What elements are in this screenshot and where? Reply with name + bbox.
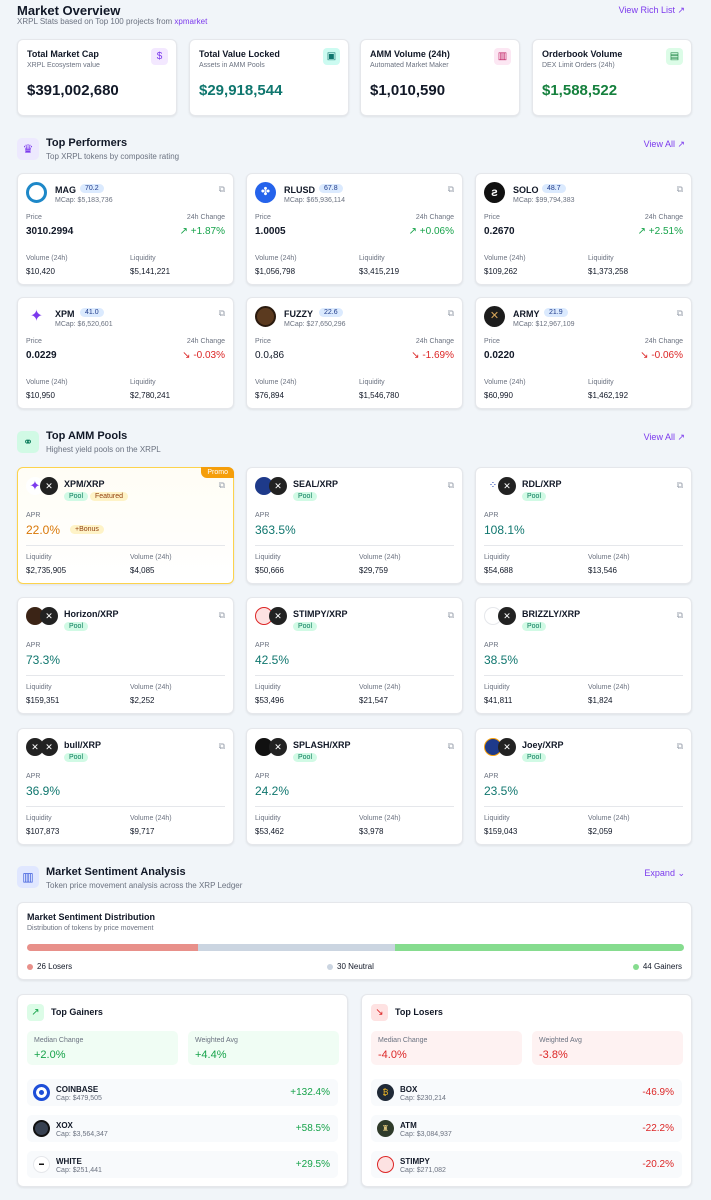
gainer-row[interactable]: XOX Cap: $3,564,347 +58.5% [27, 1115, 338, 1142]
stimpy-logo [377, 1156, 394, 1173]
external-link-icon[interactable]: ⧉ [219, 480, 225, 491]
stat-card-market-cap: Total Market Cap XRPL Ecosystem value $3… [17, 39, 177, 116]
token-card-mag[interactable]: MAG 70.2 MCap: $5,183,736 ⧉ Price 24h Ch… [17, 173, 234, 285]
stat-card-amm-volume: AMM Volume (24h) Automated Market Maker … [360, 39, 520, 116]
token-card-army[interactable]: ✕ ARMY 21.9 MCap: $12,967,109 ⧉ Price 24… [475, 297, 692, 409]
chart-icon: ▤ [666, 48, 683, 65]
bar-chart-icon: ▥ [494, 48, 511, 65]
army-logo: ✕ [484, 306, 505, 327]
page-subtitle: XRPL Stats based on Top 100 projects fro… [17, 17, 208, 26]
pool-card-xpm-xrp[interactable]: Promo ✦ ✕ XPM/XRP Pool Featured ⧉ APR 22… [17, 467, 234, 584]
external-link-icon[interactable]: ⧉ [219, 184, 225, 195]
gainers-median: Median Change +2.0% [27, 1031, 178, 1065]
promo-badge: Promo [201, 467, 234, 478]
external-link-icon[interactable]: ⧉ [219, 741, 225, 752]
rlusd-logo: ✤ [255, 182, 276, 203]
stat-card-orderbook: Orderbook Volume DEX Limit Orders (24h) … [532, 39, 692, 116]
external-link-icon[interactable]: ⧉ [677, 610, 683, 621]
pool-card-rdl-xrp[interactable]: ⁘ ✕ RDL/XRP Pool ⧉ APR 108.1% Liquidity … [475, 467, 692, 584]
xrp-logo: ✕ [40, 738, 58, 756]
external-link-icon[interactable]: ⧉ [677, 308, 683, 319]
link-icon: ⚭ [17, 431, 39, 453]
external-link-icon[interactable]: ⧉ [448, 184, 454, 195]
xpm-logo: ✦ [26, 306, 47, 327]
external-link-icon[interactable]: ⧉ [448, 308, 454, 319]
trend-down-icon: ↘ [371, 1004, 388, 1021]
pool-card-bull-xrp[interactable]: ✕ ✕ bull/XRP Pool ⧉ APR 36.9% Liquidity … [17, 728, 234, 845]
losers-weighted: Weighted Avg -3.8% [532, 1031, 683, 1065]
dollar-icon: $ [151, 48, 168, 65]
token-card-solo[interactable]: ƨ SOLO 48.7 MCap: $99,794,383 ⧉ Price 24… [475, 173, 692, 285]
losers-median: Median Change -4.0% [371, 1031, 522, 1065]
pool-card-splash-xrp[interactable]: ✕ SPLASH/XRP Pool ⧉ APR 24.2% Liquidity … [246, 728, 463, 845]
losers-segment [27, 944, 198, 951]
external-link-icon[interactable]: ⧉ [219, 610, 225, 621]
loser-row[interactable]: STIMPY Cap: $271,082 -20.2% [371, 1151, 682, 1178]
trophy-icon: ♛ [17, 138, 39, 160]
external-link-icon[interactable]: ⧉ [677, 741, 683, 752]
token-card-xpm[interactable]: ✦ XPM 41.0 MCap: $6,520,601 ⧉ Price 24h … [17, 297, 234, 409]
xrp-logo: ✕ [498, 477, 516, 495]
top-gainers-card: ↗ Top Gainers Median Change +2.0% Weight… [17, 994, 348, 1187]
xrp-logo: ✕ [269, 738, 287, 756]
pool-card-horizon-xrp[interactable]: ✕ Horizon/XRP Pool ⧉ APR 73.3% Liquidity… [17, 597, 234, 714]
page-title: Market Overview [17, 3, 121, 18]
pool-card-stimpy-xrp[interactable]: ✕ STIMPY/XRP Pool ⧉ APR 42.5% Liquidity … [246, 597, 463, 714]
view-rich-list-link[interactable]: View Rich List ↗ [619, 5, 685, 16]
external-link-icon[interactable]: ⧉ [677, 480, 683, 491]
top-losers-card: ↘ Top Losers Median Change -4.0% Weighte… [361, 994, 692, 1187]
gainers-weighted: Weighted Avg +4.4% [188, 1031, 339, 1065]
pool-card-joey-xrp[interactable]: ✕ Joey/XRP Pool ⧉ APR 23.5% Liquidity Vo… [475, 728, 692, 845]
gainer-row[interactable]: ▬ WHITE Cap: $251,441 +29.5% [27, 1151, 338, 1178]
gainers-segment [394, 944, 684, 951]
gainer-row[interactable]: COINBASE Cap: $479,505 +132.4% [27, 1079, 338, 1106]
gainers-legend: 44 Gainers [632, 962, 682, 971]
performers-view-all[interactable]: View All ↗ [644, 139, 685, 150]
pool-card-brizzly-xrp[interactable]: ✕ BRIZZLY/XRP Pool ⧉ APR 38.5% Liquidity… [475, 597, 692, 714]
neutral-legend: 30 Neutral [327, 962, 374, 971]
bar-chart-icon: ▥ [17, 866, 39, 888]
coinbase-logo [33, 1084, 50, 1101]
loser-row[interactable]: ₿ BOX Cap: $230,214 -46.9% [371, 1079, 682, 1106]
pools-view-all[interactable]: View All ↗ [644, 432, 685, 443]
box-logo: ₿ [377, 1084, 394, 1101]
xrp-logo: ✕ [498, 607, 516, 625]
xpmarket-link[interactable]: xpmarket [174, 17, 207, 26]
token-card-rlusd[interactable]: ✤ RLUSD 67.8 MCap: $65,936,114 ⧉ Price 2… [246, 173, 463, 285]
fuzzy-logo [255, 306, 276, 327]
neutral-segment [197, 944, 395, 951]
sentiment-expand-button[interactable]: Expand ⌄ [644, 868, 685, 879]
stat-card-tvl: Total Value Locked Assets in AMM Pools $… [189, 39, 349, 116]
sentiment-bar [27, 944, 684, 951]
external-link-icon[interactable]: ⧉ [448, 741, 454, 752]
xrp-logo: ✕ [498, 738, 516, 756]
mag-logo [26, 182, 47, 203]
white-logo: ▬ [33, 1156, 50, 1173]
loser-row[interactable]: ♜ ATM Cap: $3,084,937 -22.2% [371, 1115, 682, 1142]
xrp-logo: ✕ [40, 607, 58, 625]
losers-legend: 26 Losers [27, 962, 72, 971]
xox-logo [33, 1120, 50, 1137]
pool-card-seal-xrp[interactable]: ✕ SEAL/XRP Pool ⧉ APR 363.5% Liquidity V… [246, 467, 463, 584]
external-link-icon[interactable]: ⧉ [448, 610, 454, 621]
trend-up-icon: ↗ [27, 1004, 44, 1021]
xrp-logo: ✕ [269, 477, 287, 495]
external-link-icon[interactable]: ⧉ [448, 480, 454, 491]
token-card-fuzzy[interactable]: FUZZY 22.6 MCap: $27,650,296 ⧉ Price 24h… [246, 297, 463, 409]
atm-logo: ♜ [377, 1120, 394, 1137]
sentiment-distribution-card: Market Sentiment Distribution Distributi… [17, 902, 692, 980]
xrp-logo: ✕ [40, 477, 58, 495]
external-link-icon[interactable]: ⧉ [219, 308, 225, 319]
external-link-icon[interactable]: ⧉ [677, 184, 683, 195]
xrp-logo: ✕ [269, 607, 287, 625]
wallet-icon: ▣ [323, 48, 340, 65]
solo-logo: ƨ [484, 182, 505, 203]
